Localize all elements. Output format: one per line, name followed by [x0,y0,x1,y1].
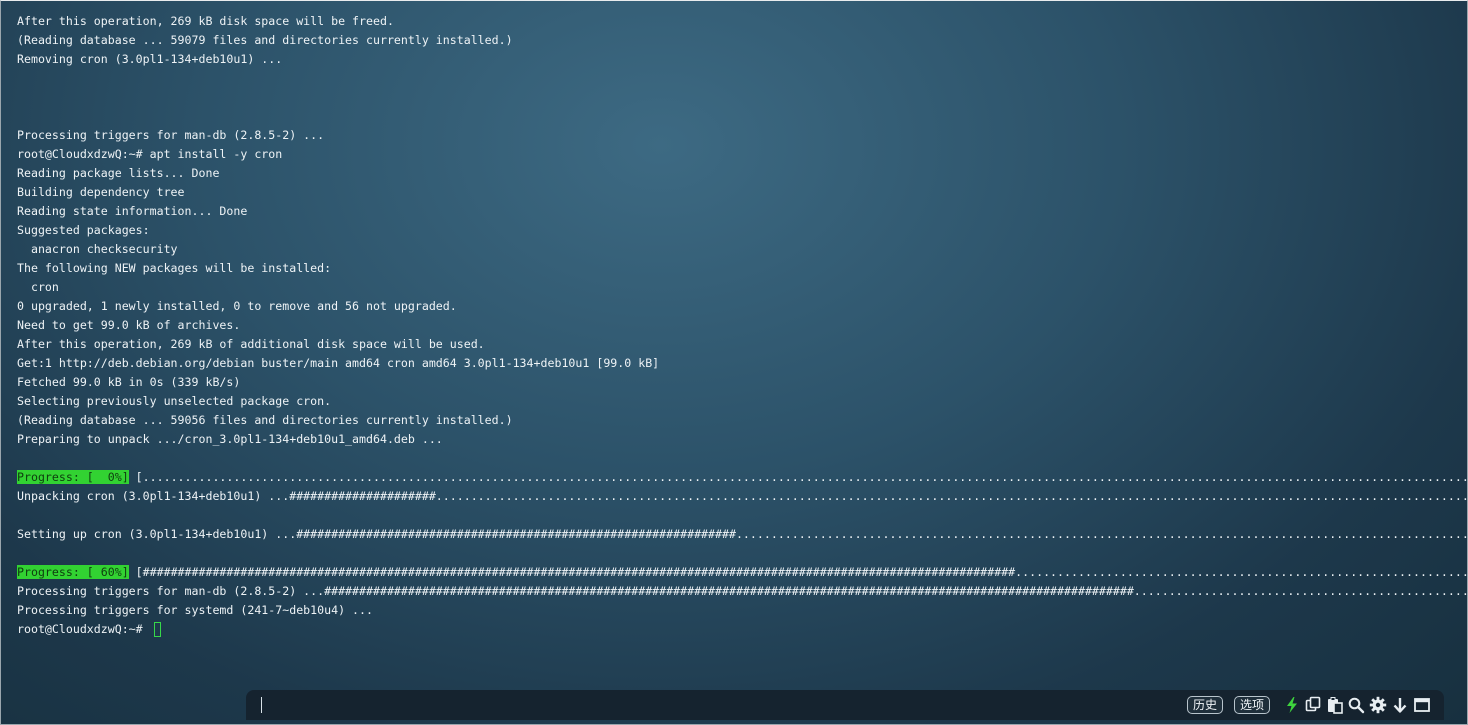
terminal-line: Reading package lists... Done [17,164,1467,183]
copy-icon[interactable] [1304,696,1322,714]
command-bar: 历史 选项 [246,690,1444,720]
terminal-line: cron [17,278,1467,297]
terminal-line-text: Selecting previously unselected package … [17,394,332,408]
terminal-line: Progress: [ 60%] [######################… [17,563,1467,582]
terminal-line: Processing triggers for man-db (2.8.5-2)… [17,582,1467,601]
terminal-line-text: Processing triggers for systemd (241-7~d… [17,603,373,617]
terminal-line-text: Get:1 http://deb.debian.org/debian buste… [17,356,660,370]
terminal-line: The following NEW packages will be insta… [17,259,1467,278]
terminal-line: Need to get 99.0 kB of archives. [17,316,1467,335]
terminal-line: After this operation, 269 kB disk space … [17,12,1467,31]
terminal-line-text: (Reading database ... 59079 files and di… [17,33,513,47]
terminal-line: Fetched 99.0 kB in 0s (339 kB/s) [17,373,1467,392]
window-icon[interactable] [1413,696,1431,714]
terminal-line: Progress: [ 0%] [.......................… [17,468,1467,487]
terminal-line-text: Unpacking cron (3.0pl1-134+deb10u1) ...#… [17,489,1467,503]
terminal-line-text: Preparing to unpack .../cron_3.0pl1-134+… [17,432,443,446]
terminal-line-text: Building dependency tree [17,185,185,199]
terminal-line-text: After this operation, 269 kB disk space … [17,14,394,28]
terminal-line: Selecting previously unselected package … [17,392,1467,411]
terminal-line-text: Removing cron (3.0pl1-134+deb10u1) ... [17,52,283,66]
lightning-icon[interactable] [1283,696,1301,714]
progress-label: Progress: [ 60%] [17,565,129,579]
terminal-line-text: Fetched 99.0 kB in 0s (339 kB/s) [17,375,241,389]
input-caret [261,697,262,713]
terminal-line-text: After this operation, 269 kB of addition… [17,337,485,351]
terminal-line: Processing triggers for systemd (241-7~d… [17,601,1467,620]
terminal-line: Unpacking cron (3.0pl1-134+deb10u1) ...#… [17,487,1467,506]
terminal-line-text: Reading state information... Done [17,204,248,218]
terminal-line: After this operation, 269 kB of addition… [17,335,1467,354]
terminal-line: (Reading database ... 59056 files and di… [17,411,1467,430]
gear-icon[interactable] [1369,696,1387,714]
terminal-line-text: 0 upgraded, 1 newly installed, 0 to remo… [17,299,457,313]
terminal-line: Removing cron (3.0pl1-134+deb10u1) ... [17,50,1467,69]
terminal-line-text: [.......................................… [135,470,1467,484]
terminal-line-text: root@CloudxdzwQ:~# apt install -y cron [17,147,283,161]
terminal-cursor [153,622,161,637]
terminal-line-text: [#######################################… [135,565,1467,579]
history-button[interactable]: 历史 [1187,696,1224,714]
terminal-line: (Reading database ... 59079 files and di… [17,31,1467,50]
terminal-line: Building dependency tree [17,183,1467,202]
terminal-line-text: Processing triggers for man-db (2.8.5-2)… [17,584,1467,598]
terminal-line: Processing triggers for man-db (2.8.5-2)… [17,126,1467,145]
command-input[interactable] [260,696,1164,716]
terminal-line-text: Reading package lists... Done [17,166,220,180]
terminal-window: After this operation, 269 kB disk space … [0,0,1468,725]
terminal-line-text: Processing triggers for man-db (2.8.5-2)… [17,128,325,142]
terminal-line-text: anacron checksecurity [17,242,178,256]
terminal-line: Get:1 http://deb.debian.org/debian buste… [17,354,1467,373]
terminal-line-text: Setting up cron (3.0pl1-134+deb10u1) ...… [17,527,1467,541]
options-button[interactable]: 选项 [1234,696,1271,714]
search-icon[interactable] [1347,696,1365,714]
terminal-line-text: Suggested packages: [17,223,150,237]
terminal-line: Reading state information... Done [17,202,1467,221]
terminal-line: 0 upgraded, 1 newly installed, 0 to remo… [17,297,1467,316]
terminal-line: root@CloudxdzwQ:~# apt install -y cron [17,145,1467,164]
terminal-output[interactable]: After this operation, 269 kB disk space … [17,12,1467,639]
terminal-line-text: root@CloudxdzwQ:~# [17,622,150,636]
paste-icon[interactable] [1326,696,1344,714]
progress-label: Progress: [ 0%] [17,470,129,484]
terminal-line: anacron checksecurity [17,240,1467,259]
terminal-line: root@CloudxdzwQ:~# [17,620,1467,639]
arrow-down-icon[interactable] [1391,696,1409,714]
terminal-line: Preparing to unpack .../cron_3.0pl1-134+… [17,430,1467,449]
terminal-line-text: (Reading database ... 59056 files and di… [17,413,513,427]
terminal-line-text: cron [17,280,59,294]
terminal-line-text: Need to get 99.0 kB of archives. [17,318,241,332]
terminal-line-text: The following NEW packages will be insta… [17,261,332,275]
terminal-line: Setting up cron (3.0pl1-134+deb10u1) ...… [17,525,1467,544]
terminal-line: Suggested packages: [17,221,1467,240]
